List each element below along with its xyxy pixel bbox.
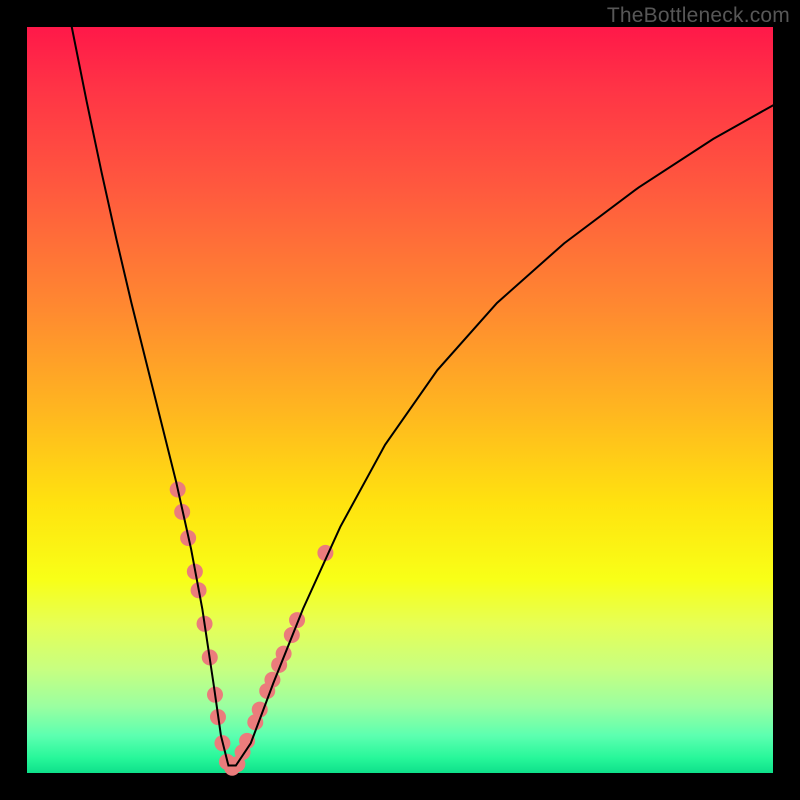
chart-overlay (27, 27, 773, 773)
watermark-text: TheBottleneck.com (607, 4, 790, 28)
bottleneck-curve (72, 27, 773, 766)
scatter-markers (170, 482, 334, 776)
chart-frame: TheBottleneck.com (0, 0, 800, 800)
